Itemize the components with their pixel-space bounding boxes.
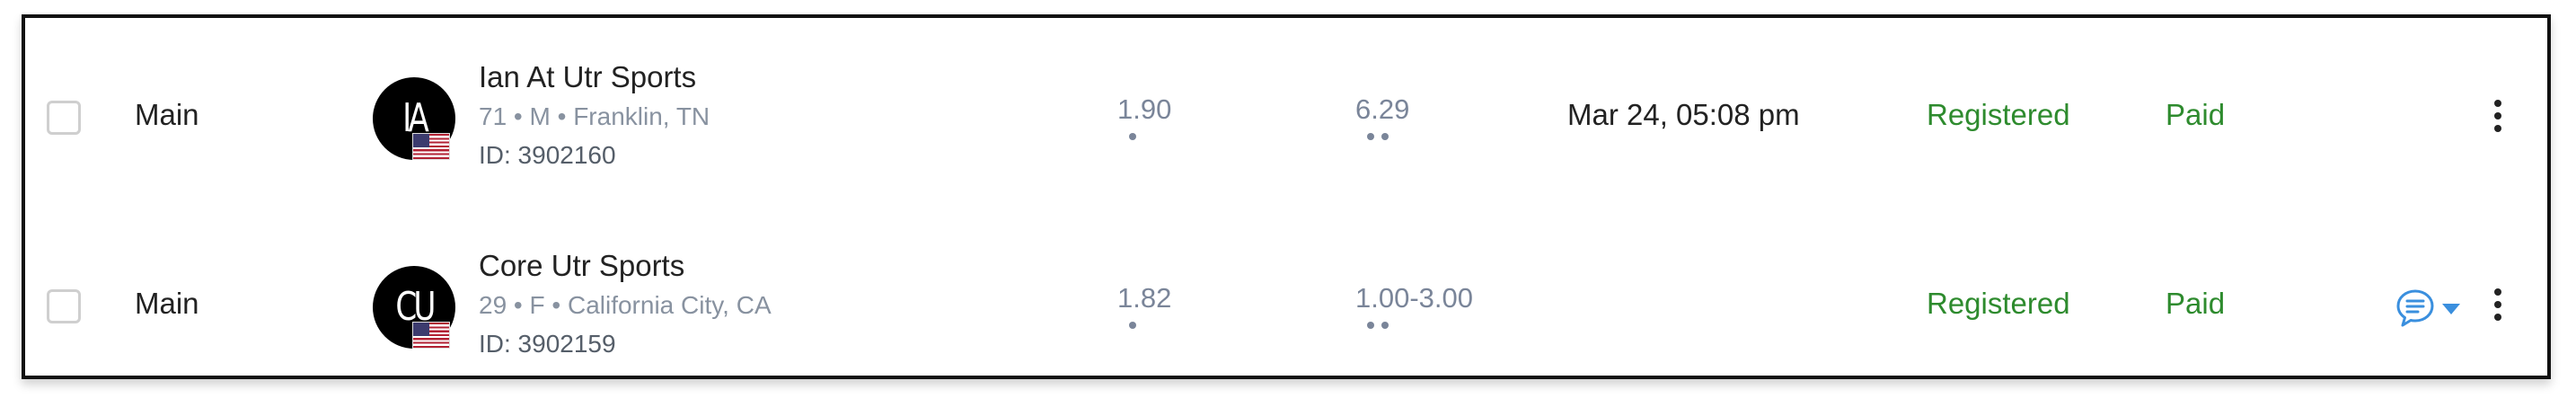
player-name[interactable]: Ian At Utr Sports [479,62,696,92]
us-flag-icon [412,133,450,160]
caret-down-icon[interactable] [2441,303,2461,315]
rating-reliability-dots [1129,133,1143,140]
rating-range-dots [1367,133,1396,140]
payment-status: Paid [2166,287,2226,320]
message-icon[interactable] [2395,288,2436,329]
registration-status: Registered [1927,287,2070,320]
reliability-dot [1381,133,1389,140]
reliability-dot [1381,322,1389,329]
player-id: ID: 3902159 [479,330,616,358]
player-meta: 29 • F • California City, CA [479,291,772,319]
player-id: ID: 3902160 [479,141,616,169]
player-avatar[interactable]: IA [373,77,458,163]
payment-status: Paid [2166,98,2226,131]
rating-value: 1.82 [1117,282,1172,314]
more-vertical-icon[interactable] [2492,288,2504,328]
rating-range: 1.00-3.00 [1355,282,1473,314]
draw-label: Main [135,98,199,131]
player-name[interactable]: Core Utr Sports [479,251,684,280]
more-vertical-icon[interactable] [2492,100,2504,139]
reliability-dot [1367,322,1374,329]
registration-status: Registered [1927,98,2070,131]
rating-reliability-dots [1129,322,1143,329]
us-flag-icon [412,322,450,349]
reliability-dot [1129,322,1136,329]
row-checkbox[interactable] [47,101,81,135]
player-avatar[interactable]: CU [373,266,458,351]
rating-value: 1.90 [1117,93,1172,125]
reliability-dot [1367,133,1374,140]
table-row: Main CU Core Utr Sports 29 • F • Califor… [25,217,2547,396]
rating-range-dots [1367,322,1396,329]
draw-label: Main [135,287,199,320]
player-meta: 71 • M • Franklin, TN [479,102,710,130]
registration-date: Mar 24, 05:08 pm [1567,98,1800,131]
row-checkbox[interactable] [47,289,81,323]
participants-table: Main IA Ian At Utr Sports 71 • M • Frank… [22,14,2551,379]
reliability-dot [1129,133,1136,140]
table-row: Main IA Ian At Utr Sports 71 • M • Frank… [25,28,2547,208]
rating-range: 6.29 [1355,93,1410,125]
